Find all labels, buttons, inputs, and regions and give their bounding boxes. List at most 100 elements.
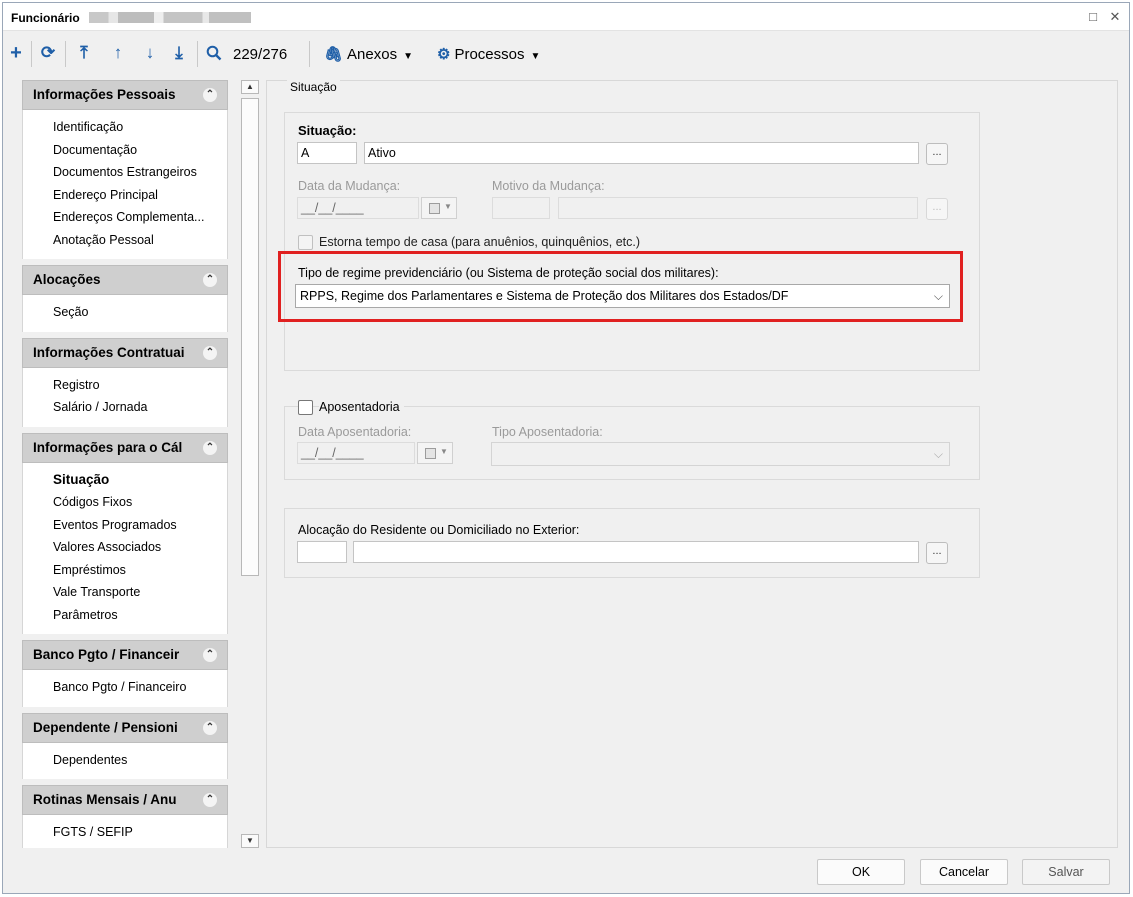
calendar-icon — [425, 448, 436, 459]
nav-section-header[interactable]: Informações Contratuai ⌃ — [22, 337, 228, 368]
data-aposentadoria-calendar-button[interactable]: ▼ — [417, 442, 453, 464]
toolbar-separator — [65, 41, 66, 67]
nav-item[interactable]: Registro — [23, 374, 227, 397]
aposentadoria-checkbox[interactable] — [298, 400, 313, 415]
nav-item[interactable]: Parâmetros — [23, 604, 227, 627]
nav-section: Informações Pessoais ⌃ Identificação Docume… — [22, 80, 228, 259]
nav-item[interactable]: Endereço Principal — [23, 184, 227, 207]
nav-section-body: Identificação Documentação Documentos Estr… — [22, 110, 228, 259]
motivo-lookup-button[interactable]: ... — [926, 198, 948, 220]
nav-item[interactable]: Seção — [23, 301, 227, 324]
nav-section-title: Dependente / Pensioni — [33, 719, 178, 735]
collapse-chevron-icon[interactable]: ⌃ — [203, 345, 217, 360]
caret-down-icon: ▼ — [444, 202, 452, 211]
paperclip-icon: 🖇 — [324, 46, 344, 63]
nav-section-header[interactable]: Informações para o Cál ⌃ — [22, 432, 228, 463]
nav-item[interactable]: Salário / Jornada — [23, 396, 227, 419]
first-record-icon[interactable]: ⤒ — [75, 43, 93, 63]
nav-section-title: Rotinas Mensais / Anu — [33, 792, 177, 807]
nav-item[interactable]: Valores Associados — [23, 536, 227, 559]
cancelar-button[interactable]: Cancelar — [920, 859, 1008, 885]
nav-item[interactable]: Situação — [23, 469, 227, 492]
nav-section: Rotinas Mensais / Anu ⌃ FGTS / SEFIPRAIS — [22, 785, 228, 848]
collapse-chevron-icon[interactable]: ⌃ — [203, 88, 217, 102]
collapse-chevron-icon[interactable]: ⌃ — [203, 793, 217, 807]
scroll-down-button[interactable]: ▼ — [241, 834, 259, 848]
nav-item[interactable]: Empréstimos — [23, 559, 227, 582]
nav-section-header[interactable]: Alocações ⌃ — [22, 265, 228, 295]
plus-icon[interactable]: + — [7, 43, 25, 63]
nav-section-body: Banco Pgto / Financeiro — [22, 670, 228, 707]
motivo-mudanca-label: Motivo da Mudança: — [492, 179, 605, 193]
motivo-code-input[interactable] — [492, 197, 550, 219]
nav-item[interactable]: Códigos Fixos — [23, 491, 227, 514]
situacao-code-input[interactable]: A — [297, 142, 357, 164]
situacao-description-input[interactable]: Ativo — [364, 142, 919, 164]
nav-section-body: Seção — [22, 295, 228, 332]
panel-title: Situação — [287, 80, 340, 94]
nav-item[interactable]: Documentação — [23, 139, 227, 162]
estorna-checkbox[interactable] — [298, 235, 313, 250]
nav-section-header[interactable]: Banco Pgto / Financeir ⌃ — [22, 640, 228, 670]
collapse-chevron-icon[interactable]: ⌃ — [203, 440, 217, 455]
nav-item[interactable]: Identificação — [23, 116, 227, 139]
data-mudanca-input[interactable]: __/__/____ — [297, 197, 419, 219]
nav-item[interactable]: Endereços Complementa... — [23, 206, 227, 229]
red-highlight-box — [278, 251, 963, 322]
motivo-description-input[interactable] — [558, 197, 918, 219]
salvar-button[interactable]: Salvar — [1022, 859, 1110, 885]
nav-item[interactable]: FGTS / SEFIP — [23, 821, 227, 844]
search-icon[interactable] — [205, 43, 223, 63]
scroll-thumb[interactable] — [241, 98, 259, 576]
data-aposentadoria-input[interactable]: __/__/____ — [297, 442, 415, 464]
nav-section-title: Alocações — [33, 272, 101, 287]
close-button[interactable]: ✕ — [1107, 9, 1123, 25]
collapse-chevron-icon[interactable]: ⌃ — [203, 648, 217, 662]
caret-down-icon: ▼ — [403, 51, 413, 62]
nav-item[interactable]: Vale Transporte — [23, 581, 227, 604]
tipo-aposentadoria-select[interactable]: ⌵ — [491, 442, 950, 466]
nav-item[interactable]: Dependentes — [23, 749, 227, 772]
data-aposentadoria-label: Data Aposentadoria: — [298, 425, 412, 439]
nav-section: Dependente / Pensioni ⌃ Dependentes — [22, 712, 228, 779]
next-record-icon[interactable]: ↓ — [141, 43, 159, 63]
tipo-aposentadoria-label: Tipo Aposentadoria: — [492, 425, 603, 439]
window-title: Funcionário — [11, 11, 80, 25]
chevron-down-icon: ⌵ — [933, 447, 943, 461]
nav-section: Alocações ⌃ Seção — [22, 265, 228, 332]
processos-menu[interactable]: ⚙ Processos ▼ — [437, 45, 540, 65]
situacao-lookup-button[interactable]: ... — [926, 143, 948, 165]
nav-scrollbar[interactable]: ▲ ▼ — [241, 80, 259, 848]
scroll-up-button[interactable]: ▲ — [241, 80, 259, 94]
refresh-icon[interactable]: ⟳ — [39, 43, 57, 63]
nav-item[interactable]: Documentos Estrangeiros — [23, 161, 227, 184]
nav-section-header[interactable]: Dependente / Pensioni ⌃ — [22, 712, 228, 743]
nav-section-header[interactable]: Informações Pessoais ⌃ — [22, 80, 228, 110]
alocacao-code-input[interactable] — [297, 541, 347, 563]
data-mudanca-label: Data da Mudança: — [298, 179, 401, 193]
data-mudanca-calendar-button[interactable]: ▼ — [421, 197, 457, 219]
ok-button[interactable]: OK — [817, 859, 905, 885]
toolbar: + ⟳ ⤒ ↑ ↓ ⤓ 229/276 🖇 Anexos ▼ ⚙ Processos ▼ — [3, 31, 1129, 73]
maximize-button[interactable]: □ — [1085, 9, 1101, 25]
caret-down-icon: ▼ — [530, 51, 541, 62]
estorna-label: Estorna tempo de casa (para anuênios, qu… — [319, 235, 641, 249]
alocacao-lookup-button[interactable]: ... — [926, 542, 948, 564]
nav-section-body: Dependentes — [22, 742, 228, 779]
alocacao-description-input[interactable] — [353, 541, 919, 563]
nav-item[interactable]: RAIS — [23, 844, 227, 849]
collapse-chevron-icon[interactable]: ⌃ — [203, 273, 217, 287]
nav-item[interactable]: Banco Pgto / Financeiro — [23, 676, 227, 699]
previous-record-icon[interactable]: ↑ — [109, 43, 127, 63]
collapse-chevron-icon[interactable]: ⌃ — [203, 720, 217, 735]
last-record-icon[interactable]: ⤓ — [170, 43, 188, 63]
nav-section-header[interactable]: Rotinas Mensais / Anu ⌃ — [22, 785, 228, 815]
anexos-menu[interactable]: 🖇 Anexos ▼ — [324, 45, 413, 65]
anexos-label: Anexos — [347, 46, 398, 63]
nav-section-title: Banco Pgto / Financeir — [33, 647, 180, 662]
nav-item[interactable]: Eventos Programados — [23, 514, 227, 537]
nav-item[interactable]: Anotação Pessoal — [23, 229, 227, 252]
nav-section: Informações Contratuai ⌃ Registro Salário /… — [22, 337, 228, 427]
nav-section-title: Informações para o Cál — [33, 439, 183, 455]
nav-section-title: Informações Pessoais — [33, 87, 176, 102]
